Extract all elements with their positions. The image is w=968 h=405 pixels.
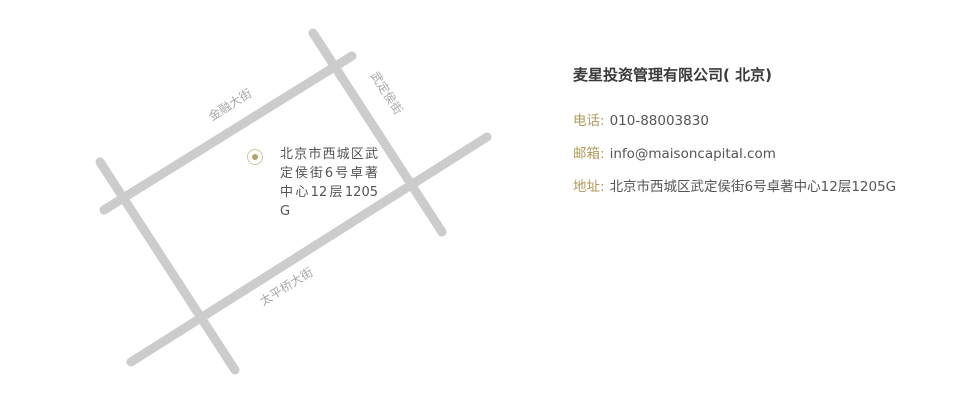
email-value[interactable]: info@maisoncapital.com [610,146,776,162]
location-pin-dot [252,154,258,160]
location-map: 金融大街 武定侯街 太平桥大街 北京市西城区武定侯街6号卓著中心12层1205G [0,0,560,405]
phone-label: 电话: [573,113,605,129]
phone-value[interactable]: 010-88003830 [610,113,709,129]
address-value: 北京市西城区武定侯街6号卓著中心12层1205G [609,179,897,195]
street-label-taipingqiao: 太平桥大街 [257,264,316,309]
location-pin-icon [247,149,263,165]
address-row: 地址: 北京市西城区武定侯街6号卓著中心12层1205G [573,177,963,197]
email-label: 邮箱: [573,146,605,162]
map-address-label: 北京市西城区武定侯街6号卓著中心12层1205G [280,147,378,219]
company-name: 麦星投资管理有限公司( 北京) [573,66,772,84]
phone-row: 电话: 010-88003830 [573,111,963,131]
email-row: 邮箱: info@maisoncapital.com [573,144,963,164]
street-label-wudinghou: 武定侯街 [367,68,406,116]
address-label: 地址: [573,179,605,195]
contact-info: 麦星投资管理有限公司( 北京) 电话: 010-88003830 邮箱: info@… [573,64,963,210]
